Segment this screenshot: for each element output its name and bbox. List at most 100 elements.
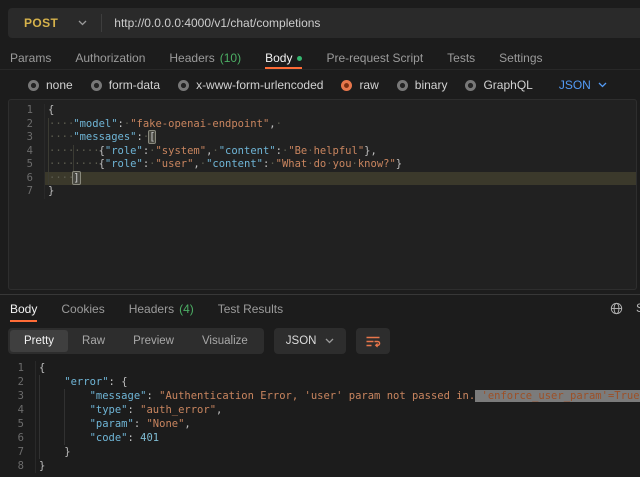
line-number: 7 xyxy=(0,445,36,459)
tab-headers[interactable]: Headers(4) xyxy=(129,295,194,322)
code-line: 8} xyxy=(0,459,640,473)
body-type-none[interactable]: none xyxy=(28,78,73,92)
tab-tests[interactable]: Tests xyxy=(447,46,475,69)
code-text: "message": "Authentication Error, 'user'… xyxy=(36,389,640,403)
code-line: 2····"model":·"fake-openai-endpoint",· xyxy=(9,118,636,132)
code-line: 5 "param": "None", xyxy=(0,417,640,431)
selected-text: 'enforce_user_param'=True" xyxy=(475,390,640,402)
tab-label: Pre-request Script xyxy=(326,51,423,65)
body-language-select[interactable]: JSON xyxy=(559,78,607,92)
tab-label: Settings xyxy=(499,51,542,65)
code-text: "param": "None", xyxy=(36,417,640,431)
tab-label: Headers xyxy=(169,51,214,65)
tab-body[interactable]: Body xyxy=(265,46,302,69)
option-label: none xyxy=(46,78,73,92)
line-number: 1 xyxy=(0,361,36,375)
code-line: 1{ xyxy=(9,104,636,118)
code-text: "code": 401 xyxy=(36,431,640,445)
line-number: 6 xyxy=(9,172,45,186)
view-pretty-button[interactable]: Pretty xyxy=(10,330,68,352)
code-text: { xyxy=(45,104,636,118)
tab-cookies[interactable]: Cookies xyxy=(61,295,104,322)
tab-label: Body xyxy=(10,302,37,316)
tab-test-results[interactable]: Test Results xyxy=(218,295,283,322)
code-line: 6 "code": 401 xyxy=(0,431,640,445)
line-number: 8 xyxy=(0,459,36,473)
chevron-down-icon xyxy=(325,338,334,344)
view-raw-button[interactable]: Raw xyxy=(68,330,119,352)
option-label: binary xyxy=(415,78,448,92)
request-body-editor[interactable]: 1{2····"model":·"fake-openai-endpoint",·… xyxy=(8,99,637,290)
response-header-right: S xyxy=(610,294,640,322)
code-text: "type": "auth_error", xyxy=(36,403,640,417)
code-line: 3 "message": "Authentication Error, 'use… xyxy=(0,389,640,403)
line-number: 6 xyxy=(0,431,36,445)
tab-label: Cookies xyxy=(61,302,104,316)
line-number: 7 xyxy=(9,185,45,199)
code-text: } xyxy=(45,185,636,199)
radio-icon xyxy=(28,80,39,91)
code-line: 5········{"role":·"user",·"content":·"Wh… xyxy=(9,158,636,172)
chevron-down-icon xyxy=(598,82,607,88)
radio-icon xyxy=(397,80,408,91)
body-type-x-www-form-urlencoded[interactable]: x-www-form-urlencoded xyxy=(178,78,323,92)
line-number: 4 xyxy=(9,145,45,159)
radio-icon xyxy=(178,80,189,91)
tab-headers[interactable]: Headers (10) xyxy=(169,46,241,69)
response-format-label: JSON xyxy=(286,335,317,347)
option-label: raw xyxy=(359,78,378,92)
response-body-editor[interactable]: 1{2 "error": {3 "message": "Authenticati… xyxy=(0,356,640,477)
code-text: } xyxy=(36,459,640,473)
code-line: 6····] xyxy=(9,172,636,186)
request-url-bar: POST xyxy=(8,8,640,38)
body-type-bar: none form-data x-www-form-urlencoded raw bin… xyxy=(28,72,640,98)
tab-label: Tests xyxy=(447,51,475,65)
url-input[interactable] xyxy=(102,16,640,30)
method-label: POST xyxy=(24,16,58,30)
code-text: ····"messages":·[ xyxy=(45,131,636,145)
line-number: 3 xyxy=(0,389,36,403)
code-line: 4 "type": "auth_error", xyxy=(0,403,640,417)
body-type-binary[interactable]: binary xyxy=(397,78,448,92)
method-selector[interactable]: POST xyxy=(8,8,101,38)
option-label: GraphQL xyxy=(483,78,532,92)
tab-label: Params xyxy=(10,51,51,65)
code-line: 3····"messages":·[ xyxy=(9,131,636,145)
globe-icon xyxy=(610,302,623,315)
status-text-clipped: S xyxy=(636,301,640,315)
view-visualize-button[interactable]: Visualize xyxy=(188,330,262,352)
chevron-down-icon xyxy=(78,20,87,26)
globe-button[interactable] xyxy=(610,302,623,315)
tab-label: Test Results xyxy=(218,302,283,316)
body-language-label: JSON xyxy=(559,78,591,92)
body-type-options: none form-data x-www-form-urlencoded raw bin… xyxy=(28,78,533,92)
response-format-select[interactable]: JSON xyxy=(274,328,347,354)
code-text: ····"model":·"fake-openai-endpoint",· xyxy=(45,118,636,132)
code-text: "error": { xyxy=(36,375,640,389)
wrap-text-button[interactable] xyxy=(356,328,390,354)
tab-count: (10) xyxy=(220,51,241,65)
code-line: 7} xyxy=(9,185,636,199)
code-text: ········{"role":·"user",·"content":·"Wha… xyxy=(45,158,636,172)
view-preview-button[interactable]: Preview xyxy=(119,330,188,352)
tab-params[interactable]: Params xyxy=(10,46,51,69)
option-label: form-data xyxy=(109,78,160,92)
line-number: 1 xyxy=(9,104,45,118)
code-line: 2 "error": { xyxy=(0,375,640,389)
tab-authorization[interactable]: Authorization xyxy=(75,46,145,69)
line-number: 2 xyxy=(0,375,36,389)
option-label: x-www-form-urlencoded xyxy=(196,78,323,92)
tab-settings[interactable]: Settings xyxy=(499,46,542,69)
code-line: 1{ xyxy=(0,361,640,375)
tab-pre-request-script[interactable]: Pre-request Script xyxy=(326,46,423,69)
body-type-form-data[interactable]: form-data xyxy=(91,78,160,92)
body-type-graphql[interactable]: GraphQL xyxy=(465,78,532,92)
tab-body[interactable]: Body xyxy=(10,295,37,322)
line-number: 4 xyxy=(0,403,36,417)
line-number: 3 xyxy=(9,131,45,145)
line-number: 2 xyxy=(9,118,45,132)
body-type-raw[interactable]: raw xyxy=(341,78,378,92)
tab-count: (4) xyxy=(179,302,194,316)
code-text: } xyxy=(36,445,640,459)
radio-icon xyxy=(465,80,476,91)
